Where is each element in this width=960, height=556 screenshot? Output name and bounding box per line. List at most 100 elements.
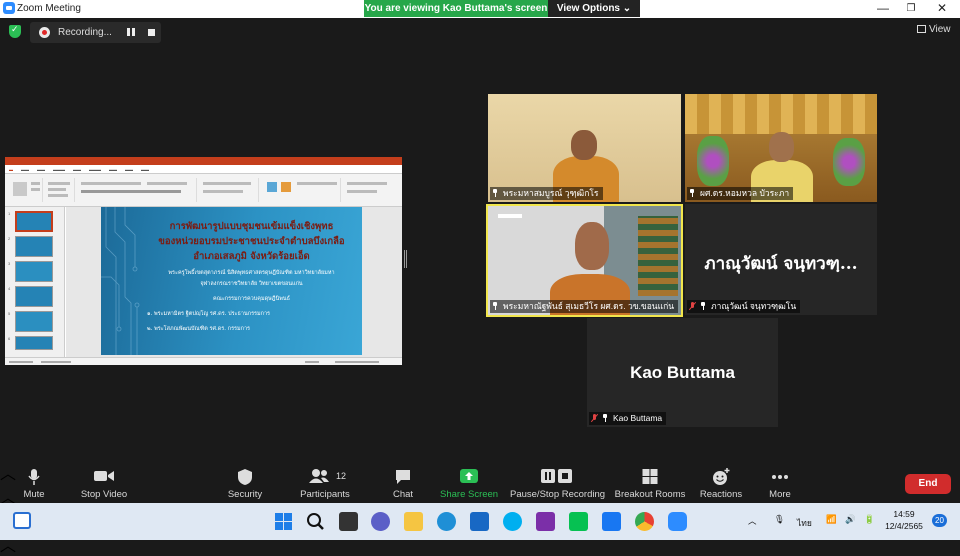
security-label: Security (227, 489, 263, 500)
participant-display-name: ภาณุวัฒน์ จนฺทวฑฺ... (704, 254, 858, 274)
line-app-icon[interactable] (569, 512, 588, 531)
participant-video (697, 136, 729, 186)
file-explorer-icon[interactable] (404, 512, 423, 531)
video-tile-active-speaker[interactable]: พระมหาณัฐพันธ์ สุเมธวีโร ผศ.ดร. วข.ขอนแก… (486, 204, 683, 317)
smiley-plus-icon (713, 468, 730, 485)
chat-label: Chat (392, 489, 414, 500)
show-hidden-icons-chevron-icon[interactable]: ︿ (748, 515, 757, 527)
viewing-screen-banner: You are viewing Kao Buttama's screen (364, 0, 548, 17)
speaker-icon[interactable]: 🔊 (845, 514, 856, 525)
pin-icon (689, 189, 695, 197)
tablet-mode-icon[interactable] (13, 512, 31, 529)
chat-bubble-icon (396, 470, 410, 484)
slide-thumbnail[interactable] (15, 236, 53, 257)
slide-number: 6 (8, 336, 11, 341)
share-screen-icon (460, 469, 478, 483)
slide-thumbnail[interactable] (15, 261, 53, 282)
ppt-ribbon-tabs: ▬ ▬▬ ▬▬ ▬▬▬ ▬▬ ▬▬▬ ▬▬ ▬▬ ▬▬ (5, 165, 402, 174)
participants-button[interactable]: 12 Participants (296, 460, 354, 502)
stop-video-button[interactable]: Stop Video (75, 460, 133, 502)
maximize-button[interactable]: ❐ (896, 0, 926, 18)
clock-date[interactable]: 12/4/2565 (884, 521, 924, 531)
input-language[interactable]: ไทย (797, 516, 812, 530)
slide-thumbnail[interactable] (15, 336, 53, 350)
participant-video (498, 214, 522, 218)
pause-stop-recording-label: Pause/Stop Recording (510, 489, 606, 500)
participant-video (769, 132, 794, 162)
minimize-button[interactable]: — (868, 0, 898, 18)
video-tile[interactable]: ภาณุวัฒน์ จนฺทวฑฺ... ภาณุวัฒน์ จนฺทวฑฺฒโ… (685, 204, 877, 315)
view-options-button[interactable]: View Options ⌄ (548, 0, 640, 17)
slide-number: 5 (8, 311, 11, 316)
slide-thumbnail[interactable] (15, 311, 53, 332)
participant-name-tag: ผศ.ดร.หอมหวล บัวระภา (687, 187, 794, 200)
ppt-title-bar (5, 157, 402, 165)
slide-thumbnail[interactable] (15, 211, 53, 232)
pin-icon (602, 414, 608, 422)
pin-icon (492, 302, 498, 310)
battery-icon[interactable]: 🔋 (864, 514, 875, 525)
participant-video (638, 216, 678, 296)
ppt-status-bar (5, 357, 402, 365)
slide-number: 2 (8, 236, 11, 241)
panel-splitter-handle[interactable] (404, 250, 407, 268)
participants-icon (309, 469, 329, 483)
slide-thumbnail-pane[interactable]: 1 2 3 4 5 6 (5, 207, 65, 357)
breakout-rooms-label: Breakout Rooms (614, 489, 686, 500)
participant-name: ภาณุวัฒน์ จนฺทวฑฺฒโน (711, 301, 797, 311)
record-dot-icon (39, 27, 50, 38)
video-tile[interactable]: Kao Buttama Kao Buttama (587, 318, 778, 427)
start-icon[interactable] (274, 512, 293, 531)
muted-mic-icon (689, 302, 696, 310)
video-camera-icon (94, 471, 114, 481)
meeting-toolbar: Mute ︿ Stop Video ︿ Security 12 Particip… (0, 460, 960, 555)
video-tile[interactable]: พระมหาสมบูรณ์ วุฑฺฒิกโร (488, 94, 681, 202)
shared-screen[interactable]: ▬ ▬▬ ▬▬ ▬▬▬ ▬▬ ▬▬▬ ▬▬ ▬▬ ▬▬ 1 2 3 4 5 6 การพัฒนา (5, 157, 402, 365)
search-icon[interactable] (306, 512, 325, 531)
security-button[interactable]: Security (222, 460, 268, 502)
reactions-button[interactable]: Reactions (698, 460, 744, 502)
more-dots-icon (772, 475, 788, 479)
zoom-logo-icon (3, 2, 15, 14)
encryption-shield-icon[interactable] (9, 24, 21, 38)
edge-browser-icon[interactable] (437, 512, 456, 531)
skype-icon[interactable] (503, 512, 522, 531)
close-button[interactable]: ✕ (927, 0, 957, 18)
committee-heading: คณะกรรมการควบคุมดุษฎีนิพนธ์ (213, 296, 290, 302)
facebook-icon[interactable] (602, 512, 621, 531)
share-screen-button[interactable]: Share Screen (440, 460, 498, 502)
chat-button[interactable]: Chat (386, 460, 420, 502)
committee-member: ๒. พระโสภณพัฒนบัณฑิต รศ.ดร. กรรมการ (147, 326, 250, 332)
chat-teams-icon[interactable] (371, 512, 390, 531)
clock-time[interactable]: 14:59 (884, 509, 924, 519)
participant-name-tag: พระมหาณัฐพันธ์ สุเมธวีโร ผศ.ดร. วข.ขอนแก… (490, 300, 679, 313)
recording-indicator: Recording... (30, 22, 161, 43)
mute-button[interactable]: Mute (14, 460, 54, 502)
more-button[interactable]: More (762, 460, 798, 502)
slide-title-line: การพัฒนารูปแบบชุมชนเข้มแข็งเชิงพุทธ (169, 221, 334, 232)
window-title: Zoom Meeting (17, 3, 81, 14)
grid-view-icon (917, 25, 926, 33)
zoom-app-icon[interactable] (668, 512, 687, 531)
pause-recording-icon[interactable] (127, 28, 135, 37)
chrome-icon[interactable] (635, 512, 654, 531)
microphone-tray-icon[interactable]: 🎙 (774, 514, 785, 525)
more-label: More (769, 489, 791, 500)
slide-title-line: อำเภอเสลภูมิ จังหวัดร้อยเอ็ด (193, 251, 310, 262)
mail-icon[interactable] (470, 512, 489, 531)
end-meeting-button[interactable]: End (905, 474, 951, 494)
participant-name-tag: ภาณุวัฒน์ จนฺทวฑฺฒโน (687, 300, 801, 313)
participant-video (575, 222, 609, 270)
share-screen-label: Share Screen (440, 489, 499, 500)
stop-recording-icon[interactable] (148, 29, 155, 36)
view-layout-button[interactable]: View (917, 24, 951, 35)
task-view-icon[interactable] (339, 512, 358, 531)
pause-stop-recording-button[interactable]: Pause/Stop Recording (510, 460, 606, 502)
slide-author-line: จุฬาลงกรณราชวิทยาลัย วิทยาเขตขอนแก่น (200, 281, 303, 287)
notification-count-badge[interactable]: 20 (932, 514, 947, 527)
onenote-icon[interactable] (536, 512, 555, 531)
breakout-rooms-button[interactable]: Breakout Rooms (614, 460, 686, 502)
video-tile[interactable]: ผศ.ดร.หอมหวล บัวระภา (685, 94, 877, 202)
slide-thumbnail[interactable] (15, 286, 53, 307)
wifi-icon[interactable]: 📶 (826, 514, 837, 525)
